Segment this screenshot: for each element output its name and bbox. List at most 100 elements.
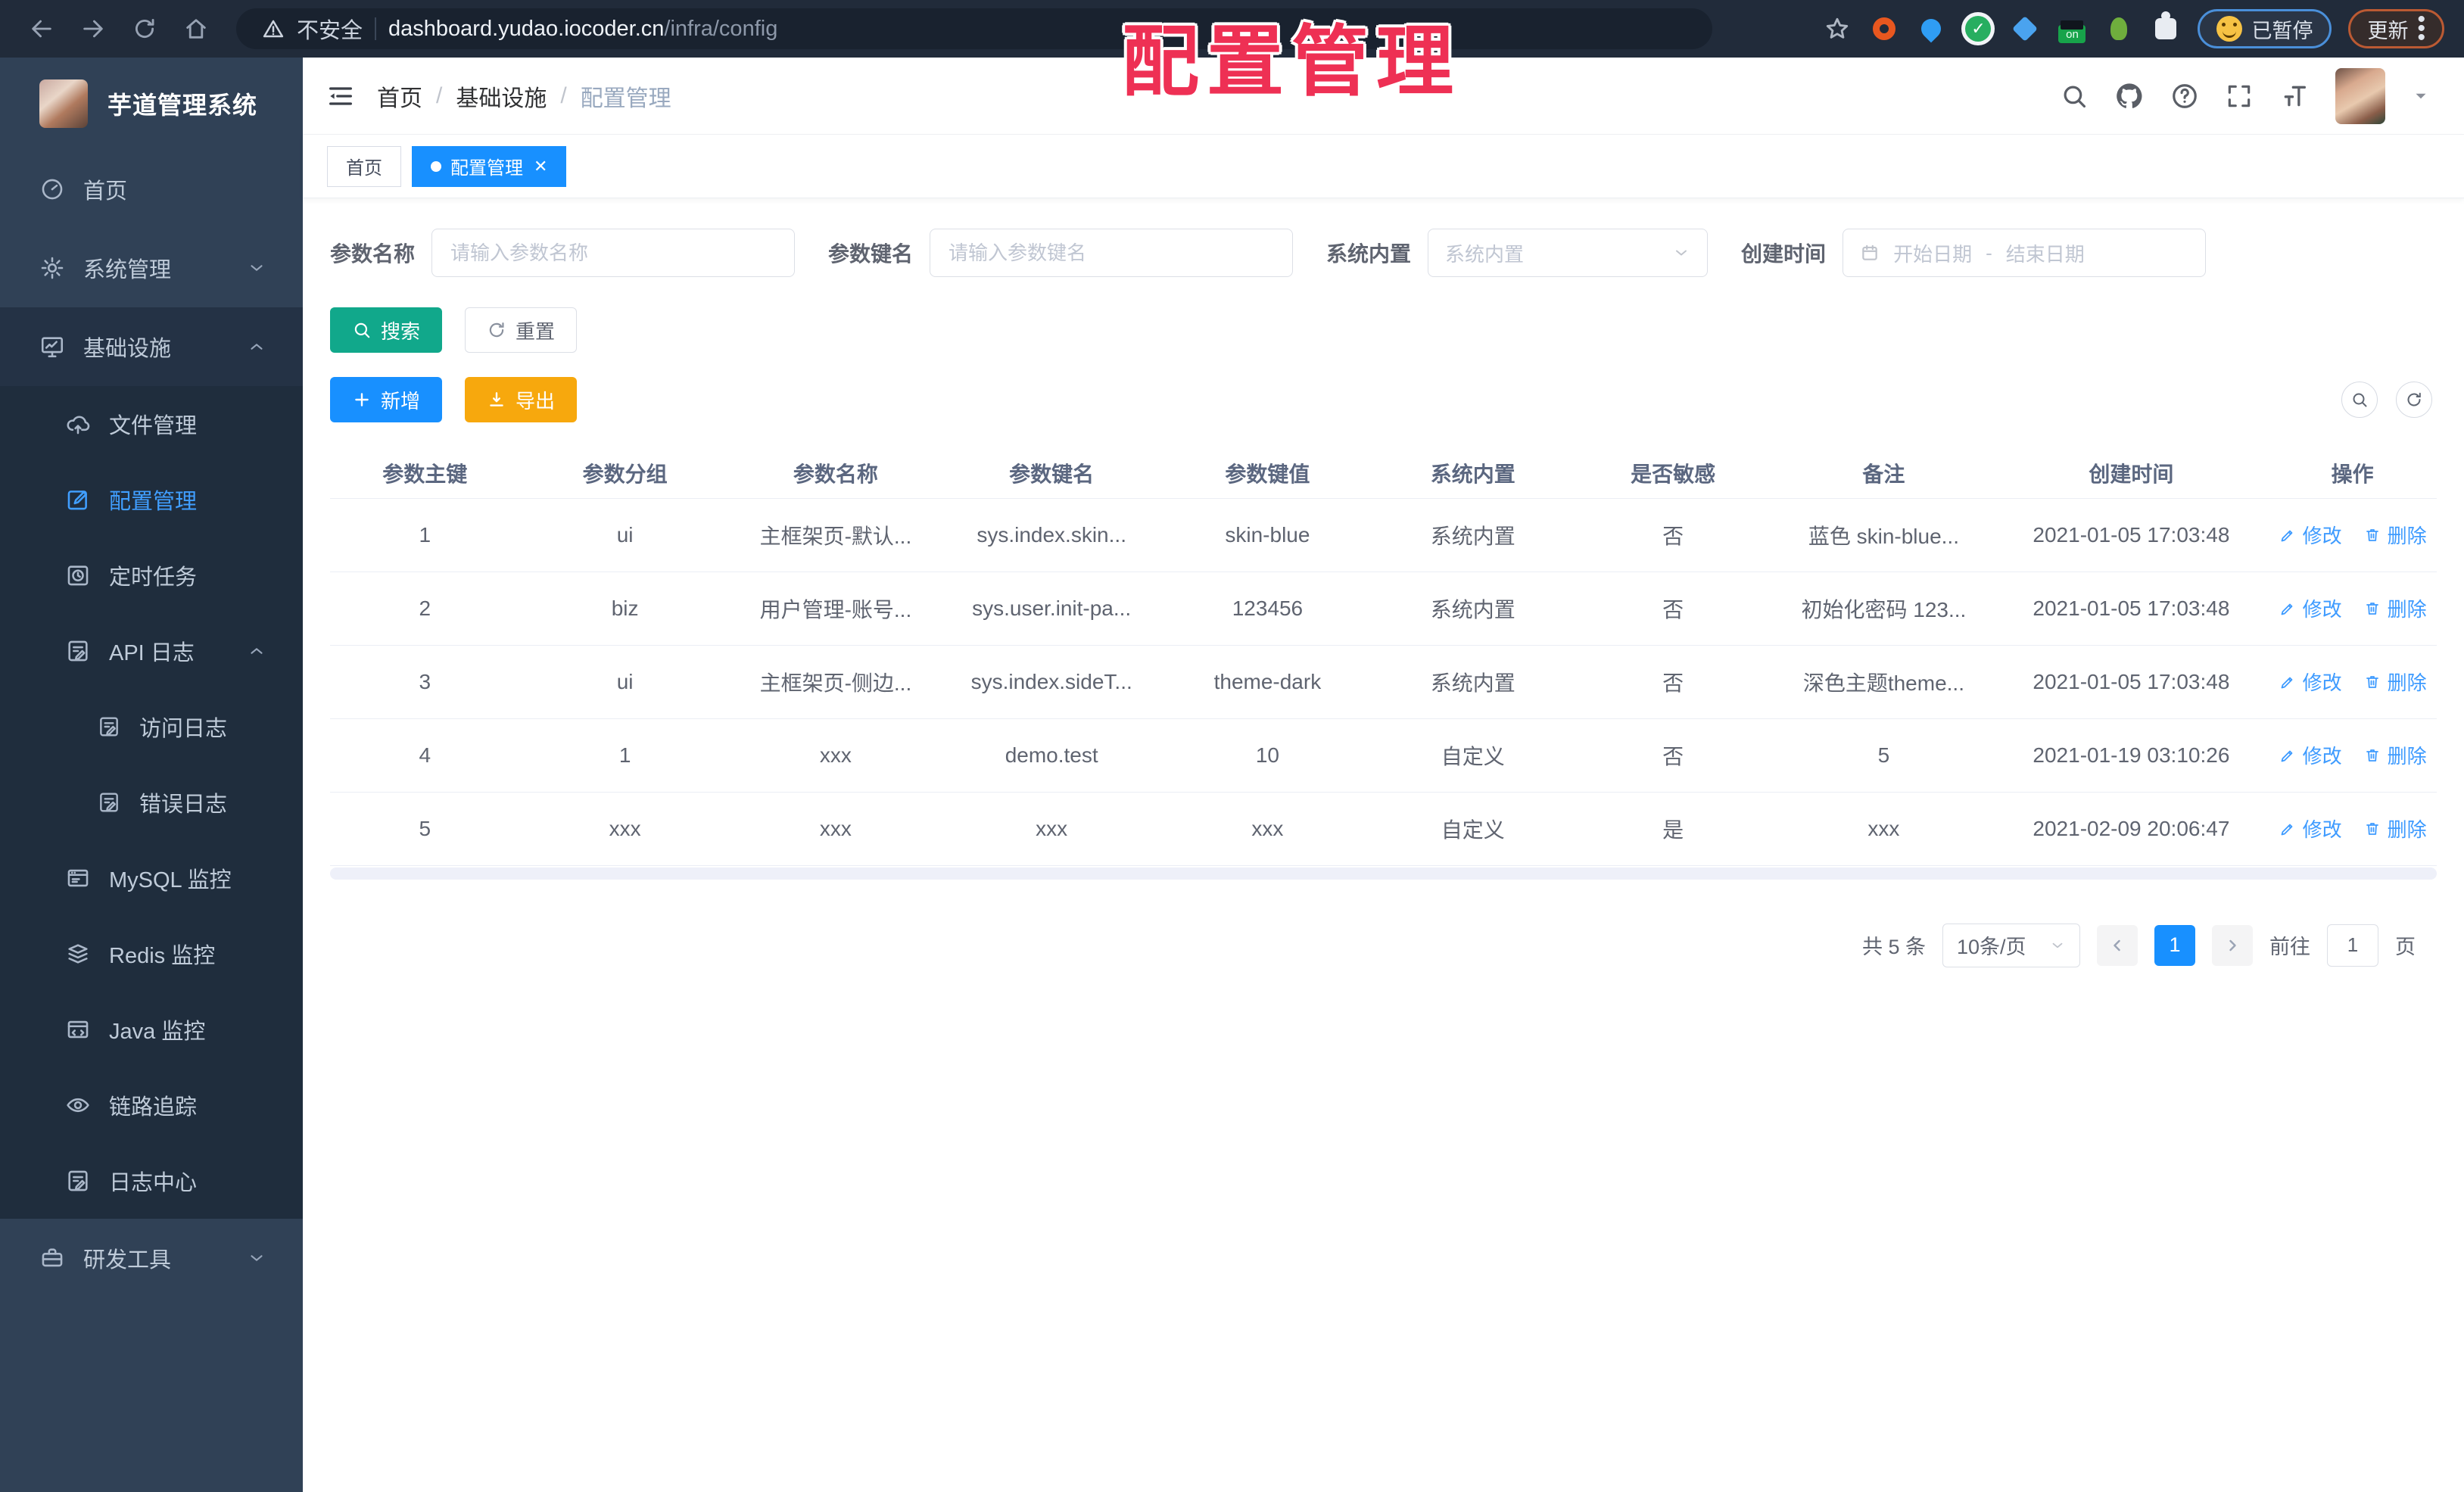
sidebar-item-scheduled-tasks[interactable]: 定时任务 <box>0 537 303 613</box>
user-caret-down-icon[interactable] <box>2411 86 2431 106</box>
delete-row-button[interactable]: 删除 <box>2363 668 2427 696</box>
param-key-input[interactable] <box>947 240 1276 266</box>
pencil-icon <box>2279 673 2297 691</box>
help-icon[interactable] <box>2170 82 2199 111</box>
github-icon[interactable] <box>2114 81 2145 111</box>
sidebar-item-log-center[interactable]: 日志中心 <box>0 1143 303 1219</box>
browser-back-icon[interactable] <box>20 7 64 51</box>
cell-param-name: 用户管理-账号... <box>730 572 942 646</box>
tab-home[interactable]: 首页 <box>327 145 401 187</box>
cell-create-time: 2021-02-09 20:06:47 <box>1994 792 2269 866</box>
page-size-select[interactable]: 10条/页 <box>1942 923 2080 967</box>
sidebar-item-label: 错误日志 <box>139 793 228 817</box>
sidebar-logo[interactable]: 芋道管理系统 <box>0 58 303 150</box>
sidebar-item-file-management[interactable]: 文件管理 <box>0 386 303 462</box>
add-button[interactable]: 新增 <box>330 377 443 422</box>
sidebar-item-access-log[interactable]: 访问日志 <box>0 689 303 765</box>
delete-row-button[interactable]: 删除 <box>2363 741 2427 769</box>
security-warning-icon[interactable] <box>262 17 285 40</box>
param-name-input[interactable] <box>449 240 778 266</box>
browser-reload-icon[interactable] <box>123 7 167 51</box>
edit-row-button[interactable]: 修改 <box>2279 521 2342 549</box>
chevron-down-icon <box>1672 244 1690 262</box>
extension-on-icon[interactable]: on <box>2057 14 2087 44</box>
cell-param-group: ui <box>519 498 730 572</box>
page-number-button[interactable]: 1 <box>2154 924 2195 966</box>
header-search-icon[interactable] <box>2060 82 2089 111</box>
delete-row-button[interactable]: 删除 <box>2363 521 2427 549</box>
breadcrumb-home[interactable]: 首页 <box>377 79 422 113</box>
sidebar-item-api-log[interactable]: API 日志 <box>0 613 303 689</box>
show-search-toggle-button[interactable] <box>2341 382 2378 418</box>
extension-pin-icon[interactable] <box>1916 14 1946 44</box>
edit-row-button[interactable]: 修改 <box>2279 741 2342 769</box>
edit-square-icon <box>65 487 91 512</box>
browser-menu-icon[interactable]: • • • <box>2417 8 2425 49</box>
goto-page-input[interactable] <box>2327 924 2378 967</box>
download-icon <box>487 390 506 410</box>
font-size-icon[interactable] <box>2279 81 2310 111</box>
browser-update-button[interactable]: 更新 • • • <box>2348 8 2444 49</box>
cell-param-id: 4 <box>330 718 520 793</box>
cell-param-name: xxx <box>730 718 942 793</box>
extension-orange-icon[interactable] <box>1869 14 1899 44</box>
sidebar-item-infrastructure[interactable]: 基础设施 <box>0 307 303 386</box>
cell-param-group: ui <box>519 645 730 719</box>
chevron-down-icon <box>2049 937 2066 954</box>
window-icon <box>65 865 91 891</box>
cell-param-id: 3 <box>330 645 520 719</box>
search-button[interactable]: 搜索 <box>330 307 443 353</box>
sidebar-item-home[interactable]: 首页 <box>0 150 303 229</box>
date-range-picker[interactable]: 开始日期 - 结束日期 <box>1843 229 2207 277</box>
extension-plant-icon[interactable] <box>2104 14 2134 44</box>
sidebar-item-tracing[interactable]: 链路追踪 <box>0 1067 303 1143</box>
prev-page-button[interactable] <box>2097 924 2138 966</box>
pencil-icon <box>2279 820 2297 838</box>
security-label: 不安全 <box>297 19 363 43</box>
table-scrollbar[interactable] <box>330 867 2437 880</box>
sidebar-item-java-monitor[interactable]: Java 监控 <box>0 992 303 1067</box>
delete-row-button[interactable]: 删除 <box>2363 815 2427 843</box>
extensions-puzzle-icon[interactable] <box>2151 11 2181 44</box>
export-button[interactable]: 导出 <box>465 377 578 422</box>
sidebar-item-config-management[interactable]: 配置管理 <box>0 462 303 537</box>
fullscreen-icon[interactable] <box>2225 82 2254 111</box>
user-avatar[interactable] <box>2335 67 2385 124</box>
profile-paused-badge[interactable]: 已暂停 <box>2198 9 2332 48</box>
table-row: 1 ui 主框架页-默认... sys.index.skin... skin-b… <box>330 498 2437 572</box>
paused-label: 已暂停 <box>2251 19 2313 42</box>
browser-forward-icon[interactable] <box>71 7 115 51</box>
sidebar-item-dev-tools[interactable]: 研发工具 <box>0 1219 303 1297</box>
trash-icon <box>2363 673 2381 691</box>
extension-check-icon[interactable]: ✓ <box>1963 14 1993 44</box>
table-header-row: 参数主键 参数分组 参数名称 参数键名 参数键值 系统内置 是否敏感 备注 创建… <box>330 448 2437 499</box>
cell-builtin: 系统内置 <box>1372 572 1573 646</box>
sidebar-item-redis-monitor[interactable]: Redis 监控 <box>0 916 303 992</box>
sidebar-fold-icon[interactable] <box>326 81 356 111</box>
sidebar-item-error-log[interactable]: 错误日志 <box>0 765 303 840</box>
sidebar-item-mysql-monitor[interactable]: MySQL 监控 <box>0 840 303 916</box>
next-page-button[interactable] <box>2212 924 2253 966</box>
breadcrumb-infrastructure[interactable]: 基础设施 <box>456 79 547 113</box>
table-row: 3 ui 主框架页-侧边... sys.index.sideT... theme… <box>330 645 2437 719</box>
reset-button[interactable]: 重置 <box>465 307 578 353</box>
sidebar-item-system[interactable]: 系统管理 <box>0 229 303 307</box>
delete-row-button[interactable]: 删除 <box>2363 594 2427 622</box>
edit-row-button[interactable]: 修改 <box>2279 815 2342 843</box>
close-icon[interactable]: ✕ <box>534 157 547 175</box>
edit-row-button[interactable]: 修改 <box>2279 594 2342 622</box>
address-bar[interactable]: 不安全 dashboard.yudao.iocoder.cn/infra/con… <box>236 8 1712 49</box>
col-param-id: 参数主键 <box>330 448 520 499</box>
tab-config-management[interactable]: 配置管理 ✕ <box>412 145 567 187</box>
chevron-up-icon <box>247 641 266 661</box>
browser-home-icon[interactable] <box>174 7 218 51</box>
edit-row-button[interactable]: 修改 <box>2279 668 2342 696</box>
system-builtin-select[interactable]: 系统内置 <box>1428 229 1709 277</box>
pencil-icon <box>2279 526 2297 544</box>
col-create-time: 创建时间 <box>1994 448 2269 499</box>
extension-gem-icon[interactable] <box>2010 14 2040 44</box>
refresh-table-button[interactable] <box>2396 382 2432 418</box>
bookmark-star-icon[interactable] <box>1822 14 1852 44</box>
cell-param-group: biz <box>519 572 730 646</box>
app-title: 芋道管理系统 <box>107 92 258 119</box>
